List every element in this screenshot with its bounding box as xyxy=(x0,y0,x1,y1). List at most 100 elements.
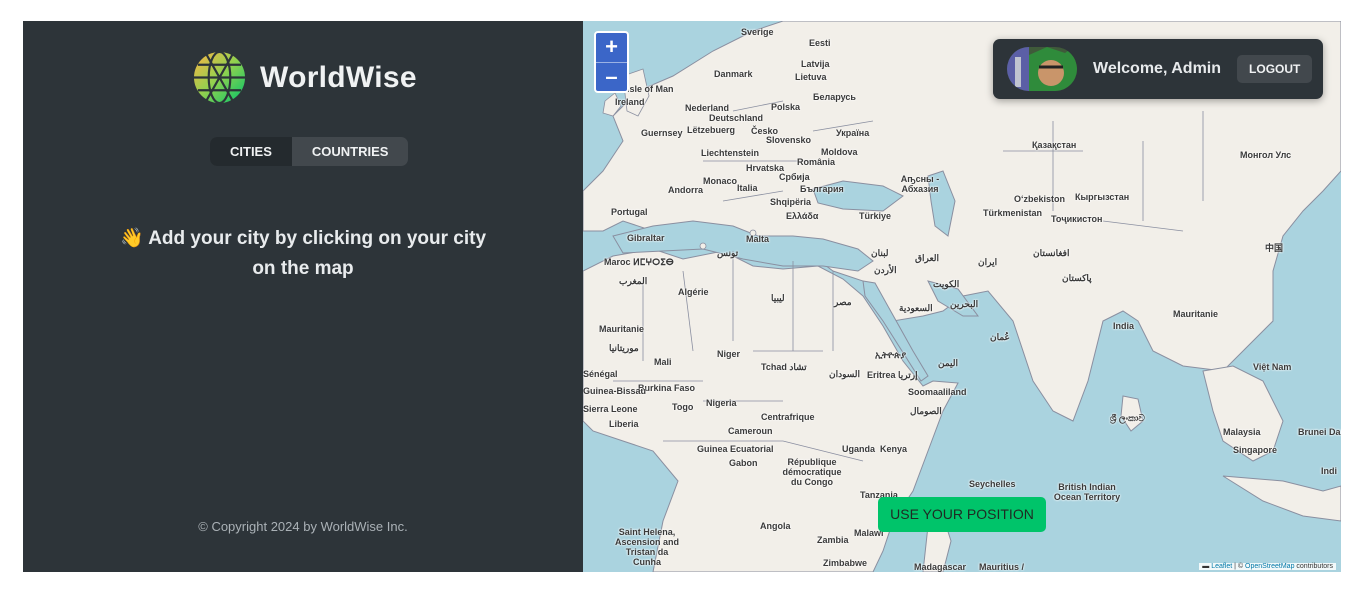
map-label: Mauritanie xyxy=(599,324,645,334)
logout-button[interactable]: LOGOUT xyxy=(1237,55,1313,83)
map-label: Guernsey xyxy=(641,128,683,138)
map-label: افغانستان xyxy=(1033,248,1070,258)
map-label: O‘zbekiston xyxy=(1014,194,1066,204)
map-label: Shqipëria xyxy=(770,197,812,207)
map-label: Sverige xyxy=(741,27,774,37)
map-label: اليمن xyxy=(938,358,959,368)
map-label: Brunei Daru xyxy=(1298,427,1341,437)
map-label: ኢትዮጵያ xyxy=(875,350,907,360)
osm-link[interactable]: OpenStreetMap xyxy=(1245,563,1294,570)
map-label: Uganda xyxy=(842,444,876,454)
map-label: ايران xyxy=(978,257,998,267)
map[interactable]: Sverige Eesti Latvija Lietuva Danmark Is… xyxy=(583,21,1341,572)
map-label: Tchad تشاد xyxy=(761,362,807,372)
empty-state-text: Add your city by clicking on your city o… xyxy=(148,228,487,279)
map-label: Ελλάδα xyxy=(786,211,819,221)
user-panel: Welcome, Admin LOGOUT xyxy=(993,39,1323,99)
map-label: Portugal xyxy=(611,207,648,217)
map-label: المغرب xyxy=(619,276,648,286)
map-label: România xyxy=(797,157,836,167)
map-label: ශ්‍රී ලංකාව xyxy=(1110,413,1145,423)
map-label: Liechtenstein xyxy=(701,148,760,158)
map-label: السعودية xyxy=(899,303,933,313)
map-label: Seychelles xyxy=(969,479,1016,489)
map-label: République démocratique du Congo xyxy=(782,457,842,487)
map-label: الصومال xyxy=(910,406,942,416)
map-label: Mauritanie xyxy=(1173,309,1219,319)
map-label: Аҧсны - Абхазия xyxy=(900,174,940,194)
map-label: 中国 xyxy=(1265,243,1284,253)
map-label: British Indian Ocean Territory xyxy=(1053,482,1121,502)
map-label: Malaysia xyxy=(1223,427,1261,437)
zoom-out-button[interactable]: – xyxy=(596,63,627,92)
map-label: Latvija xyxy=(801,59,830,69)
map-label: Zambia xyxy=(817,535,849,545)
map-label: Moldova xyxy=(821,147,858,157)
map-label: Italia xyxy=(737,183,758,193)
map-label: مصر xyxy=(834,297,852,307)
map-label: Liberia xyxy=(609,419,639,429)
leaflet-link[interactable]: Leaflet xyxy=(1211,563,1232,570)
map-label: Cameroun xyxy=(728,426,773,436)
sidebar: WorldWise CITIES COUNTRIES 👋 Add your ci… xyxy=(23,21,583,572)
map-label: Việt Nam xyxy=(1253,362,1292,372)
map-label: Guinea-Bissau xyxy=(583,386,647,396)
map-label: България xyxy=(800,184,844,194)
map-label: Eesti xyxy=(809,38,831,48)
zoom-in-button[interactable]: + xyxy=(596,33,627,63)
map-label: Lëtzebuerg xyxy=(687,125,736,135)
map-label: Gibraltar xyxy=(627,233,665,243)
zoom-control: + – xyxy=(594,31,629,93)
map-label: Тоҷикистон xyxy=(1051,214,1103,224)
map-label: Nigeria xyxy=(706,398,737,408)
map-label: Togo xyxy=(672,402,694,412)
tab-cities[interactable]: CITIES xyxy=(210,137,292,166)
map-label: Isle of Man xyxy=(627,84,674,94)
map-label: Türkmenistan xyxy=(983,208,1043,218)
map-label: العراق xyxy=(915,253,940,263)
view-tabs: CITIES COUNTRIES xyxy=(210,137,409,166)
map-label: Србија xyxy=(779,172,810,182)
waving-hand-icon: 👋 xyxy=(119,228,144,249)
map-label: Sénégal xyxy=(583,369,618,379)
app-layout: WorldWise CITIES COUNTRIES 👋 Add your ci… xyxy=(23,21,1341,572)
globe-logo-icon xyxy=(193,51,246,104)
welcome-text: Welcome, Admin xyxy=(1093,60,1222,77)
tab-countries[interactable]: COUNTRIES xyxy=(292,137,409,166)
map-label: الكويت xyxy=(933,279,960,289)
map-label: Mali xyxy=(654,357,672,367)
map-label: Madagascar xyxy=(914,562,967,572)
map-label: Кыргызстан xyxy=(1075,192,1130,202)
map-label: Ireland xyxy=(615,97,645,107)
map-label: پاکستان xyxy=(1062,273,1092,283)
map-label: Lietuva xyxy=(795,72,827,82)
map-label: موريتانيا xyxy=(609,343,639,353)
map-label: Danmark xyxy=(714,69,753,79)
brand-name: WorldWise xyxy=(260,60,417,94)
map-label: Andorra xyxy=(668,185,704,195)
empty-state-message: 👋 Add your city by clicking on your city… xyxy=(113,224,493,284)
map-label: Malta xyxy=(746,234,770,244)
map-label: India xyxy=(1113,321,1135,331)
map-label: Maroc ⵍⵎⵖⵔⵉⴱ xyxy=(604,257,674,267)
map-label: Niger xyxy=(717,349,741,359)
map-label: عُمان xyxy=(990,332,1010,342)
map-label: Deutschland xyxy=(709,113,764,123)
attribution-sep: | © xyxy=(1232,563,1246,570)
logo[interactable]: WorldWise xyxy=(193,51,417,104)
map-label: Slovensko xyxy=(766,135,812,145)
map-label: Sierra Leone xyxy=(583,404,638,414)
map-label: Türkiye xyxy=(859,211,892,221)
use-position-button[interactable]: USE YOUR POSITION xyxy=(878,497,1046,532)
map-label: Mauritius / xyxy=(979,562,1025,572)
ukraine-flag-icon: ▬ xyxy=(1202,563,1210,570)
map-label: Беларусь xyxy=(813,92,856,102)
map-label: تونس xyxy=(717,248,739,258)
map-label: Angola xyxy=(760,521,791,531)
map-label: لبنان xyxy=(871,248,889,258)
map-label: Україна xyxy=(836,128,870,138)
map-label: Монгол Улс xyxy=(1240,150,1292,160)
map-label: Singapore xyxy=(1233,445,1278,455)
copyright: © Copyright 2024 by WorldWise Inc. xyxy=(198,519,408,534)
map-label: Gabon xyxy=(729,458,758,468)
